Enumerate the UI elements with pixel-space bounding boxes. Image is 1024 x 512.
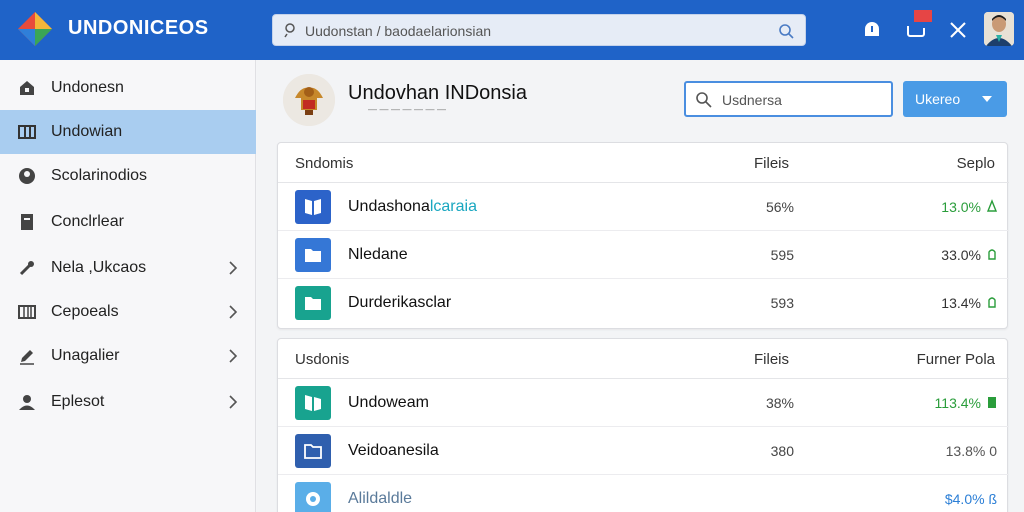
page-subtitle: — — — — — — —: [368, 104, 447, 114]
chevron-right-icon: [229, 395, 238, 409]
row-percent: 13.8% 0: [945, 443, 997, 459]
sidebar-item-label: Cepoeals: [51, 303, 119, 320]
row-percent: 113.4%: [934, 395, 981, 411]
table-header: Usdonis Fileis Furner Pola: [278, 339, 1009, 379]
folder-open-icon: [295, 434, 331, 468]
sidebar-item-conclrlear[interactable]: Conclrlear: [0, 200, 256, 244]
book-icon: [295, 190, 331, 224]
sidebar-item-eplesot[interactable]: Eplesot: [0, 380, 256, 424]
row-percent: 33.0%: [941, 247, 981, 263]
table-row[interactable]: Veidoanesila 380 13.8% 0: [278, 427, 1009, 475]
table-row[interactable]: Nledane 595 33.0%: [278, 231, 1009, 279]
trend-icon: [988, 249, 996, 260]
users-icon: [19, 395, 35, 410]
row-name: Veidoanesila: [348, 442, 439, 459]
row-percent: 13.4%: [941, 295, 981, 311]
global-search-placeholder: Uudonstan / baodaelarionsian: [305, 23, 492, 39]
sidebar-item-label: Eplesot: [51, 393, 105, 410]
search-icon: [696, 92, 712, 108]
table-row[interactable]: Undoweam 38% 113.4%: [278, 379, 1009, 427]
row-value: 38%: [765, 395, 794, 411]
chevron-right-icon: [229, 261, 238, 275]
sidebar: Undonesn Undowian Scolarinodios Conclrle…: [0, 60, 256, 512]
row-name: Undoweam: [348, 394, 429, 411]
top-bar: UNDONICEOS Uudonstan / baodaelarionsian: [0, 0, 1024, 60]
tools-icon: [19, 261, 34, 276]
column-header-change[interactable]: Furner Pola: [917, 351, 995, 368]
chevron-right-icon: [229, 305, 238, 319]
page-title: Undovhan INDonsia: [348, 82, 527, 104]
column-header-change[interactable]: Seplo: [957, 155, 995, 172]
user-circle-icon: [19, 168, 35, 184]
table-row[interactable]: Undashonalcaraia 56% 13.0%: [278, 183, 1009, 231]
sidebar-item-cepoeals[interactable]: Cepoeals: [0, 290, 256, 334]
folder-icon: [295, 238, 331, 272]
row-name: Nledane: [348, 246, 408, 263]
book-icon: [295, 386, 331, 420]
files-table-2: Usdonis Fileis Furner Pola Undoweam 38% …: [277, 338, 1009, 512]
row-percent: 13.0%: [941, 199, 981, 215]
close-icon[interactable]: [946, 18, 970, 42]
home-icon: [20, 81, 34, 95]
search-icon: [284, 23, 295, 38]
table-row[interactable]: Durderikasclar 593 13.4%: [278, 279, 1009, 327]
row-name: Durderikasclar: [348, 294, 452, 311]
column-header-files[interactable]: Fileis: [754, 155, 789, 172]
row-value: 595: [770, 247, 794, 263]
column-header-files[interactable]: Fileis: [754, 351, 789, 368]
sidebar-item-label: Nela ,Ukcaos: [51, 259, 147, 276]
row-percent: $4.0% ß: [944, 491, 997, 507]
garuda-emblem-icon: [283, 74, 335, 126]
chevron-down-icon: [982, 96, 992, 102]
settings-gear-icon: [295, 482, 331, 512]
sidebar-item-label: Undowian: [51, 123, 123, 140]
notifications-icon[interactable]: [902, 10, 934, 42]
sidebar-item-unagalier[interactable]: Unagalier: [0, 334, 256, 378]
trend-up-icon: [988, 397, 996, 408]
table-header: Sndomis Fileis Seplo: [278, 143, 1009, 183]
table-row[interactable]: Alildaldle $4.0% ß: [278, 475, 1009, 512]
app-title: UNDONICEOS: [68, 17, 209, 39]
columns-icon: [18, 305, 36, 319]
edit-icon: [20, 350, 34, 365]
search-submit-icon[interactable]: [777, 22, 795, 40]
chevron-right-icon: [229, 349, 238, 363]
row-name: Undashonalcaraia: [348, 198, 477, 215]
org-logo: [283, 74, 335, 126]
trend-up-icon: [987, 199, 997, 212]
row-name: Alildaldle: [348, 490, 413, 507]
sidebar-item-scolarinodios[interactable]: Scolarinodios: [0, 154, 256, 198]
files-table-1: Sndomis Fileis Seplo Undashonalcaraia 56…: [277, 142, 1009, 329]
document-icon: [21, 214, 33, 230]
column-header-name[interactable]: Sndomis: [295, 155, 353, 172]
sidebar-item-nela-ukcaos[interactable]: Nela ,Ukcaos: [0, 246, 256, 290]
row-value: 56%: [765, 199, 794, 215]
row-value: 380: [770, 443, 794, 459]
sidebar-item-label: Undonesn: [51, 79, 124, 96]
sidebar-item-label: Conclrlear: [51, 213, 124, 230]
trend-icon: [988, 297, 996, 308]
action-dropdown-button[interactable]: Ukereo: [903, 81, 1007, 117]
action-button-label: Ukereo: [915, 91, 961, 107]
row-value: 593: [770, 295, 794, 311]
sidebar-item-label: Scolarinodios: [51, 167, 148, 184]
app-logo-icon[interactable]: [16, 10, 54, 48]
grid-icon: [18, 125, 36, 139]
user-avatar[interactable]: [984, 12, 1014, 46]
content-search-placeholder: Usdnersa: [722, 92, 782, 108]
alert-icon[interactable]: [860, 18, 884, 42]
global-search-input[interactable]: Uudonstan / baodaelarionsian: [272, 14, 806, 46]
content-search-input[interactable]: Usdnersa: [684, 81, 893, 117]
column-header-name[interactable]: Usdonis: [295, 351, 349, 368]
sidebar-item-undonesn[interactable]: Undonesn: [0, 66, 256, 110]
sidebar-item-undowian[interactable]: Undowian: [0, 110, 256, 154]
folder-icon: [295, 286, 331, 320]
sidebar-item-label: Unagalier: [51, 347, 120, 364]
